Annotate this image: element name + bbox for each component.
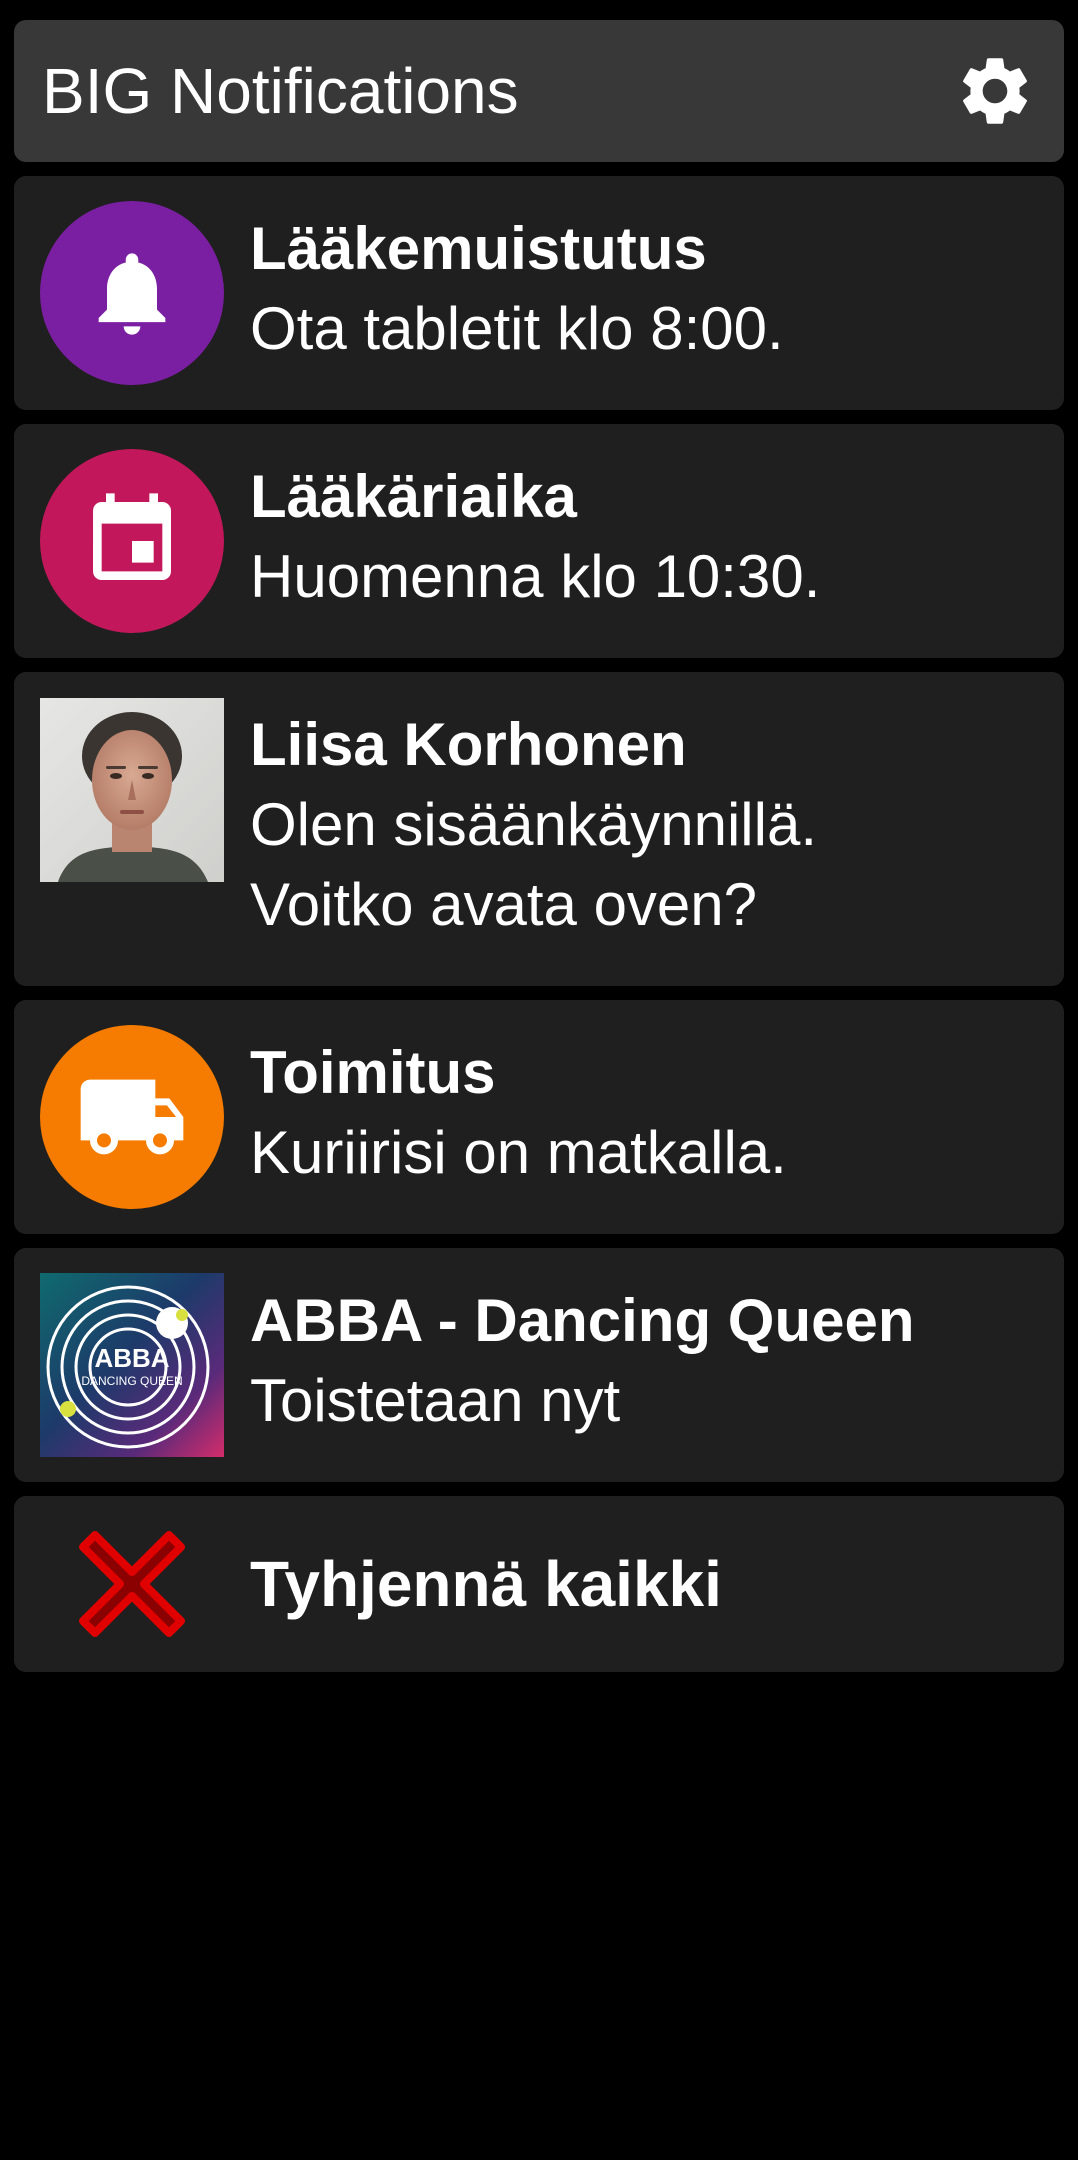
app-header: BIG Notifications xyxy=(14,20,1064,162)
clear-all-button[interactable]: Tyhjennä kaikki xyxy=(14,1496,1064,1672)
notification-body: Huomenna klo 10:30. xyxy=(250,543,821,610)
notification-message[interactable]: Liisa Korhonen Olen sisäänkäynnillä. Voi… xyxy=(14,672,1064,986)
clear-all-label: Tyhjennä kaikki xyxy=(250,1548,722,1620)
close-x-icon xyxy=(79,1531,185,1637)
notification-icon-circle xyxy=(40,1025,224,1209)
notification-body: Ota tabletit klo 8:00. xyxy=(250,295,784,362)
notification-body-line2: Voitko avata oven? xyxy=(250,871,758,938)
notification-icon-circle xyxy=(40,449,224,633)
calendar-icon xyxy=(93,493,171,580)
settings-button[interactable] xyxy=(952,48,1038,134)
notification-delivery[interactable]: Toimitus Kuriirisi on matkalla. xyxy=(14,1000,1064,1234)
notification-body: Toistetaan nyt xyxy=(250,1367,621,1434)
contact-photo xyxy=(40,698,224,882)
notification-body: Kuriirisi on matkalla. xyxy=(250,1119,787,1186)
notification-title: Lääkäriaika xyxy=(250,463,577,530)
bell-icon xyxy=(98,253,166,335)
truck-icon xyxy=(80,1079,184,1155)
notification-medication[interactable]: Lääkemuistutus Ota tabletit klo 8:00. xyxy=(14,176,1064,410)
gear-icon xyxy=(963,58,1027,124)
notification-title: Toimitus xyxy=(250,1039,496,1106)
notification-title: ABBA - Dancing Queen xyxy=(250,1287,915,1354)
app-title: BIG Notifications xyxy=(42,55,519,127)
album-art: ABBA DANCING QUEEN xyxy=(40,1273,224,1457)
notification-media[interactable]: ABBA DANCING QUEEN ABBA - Dancing Queen … xyxy=(14,1248,1064,1482)
notification-body-line1: Olen sisäänkäynnillä. xyxy=(250,791,817,858)
notification-title: Lääkemuistutus xyxy=(250,215,707,282)
notification-icon-circle xyxy=(40,201,224,385)
notification-title: Liisa Korhonen xyxy=(250,711,687,778)
album-art-subtitle: DANCING QUEEN xyxy=(81,1374,182,1388)
notification-appointment[interactable]: Lääkäriaika Huomenna klo 10:30. xyxy=(14,424,1064,658)
album-art-title: ABBA xyxy=(94,1343,169,1373)
